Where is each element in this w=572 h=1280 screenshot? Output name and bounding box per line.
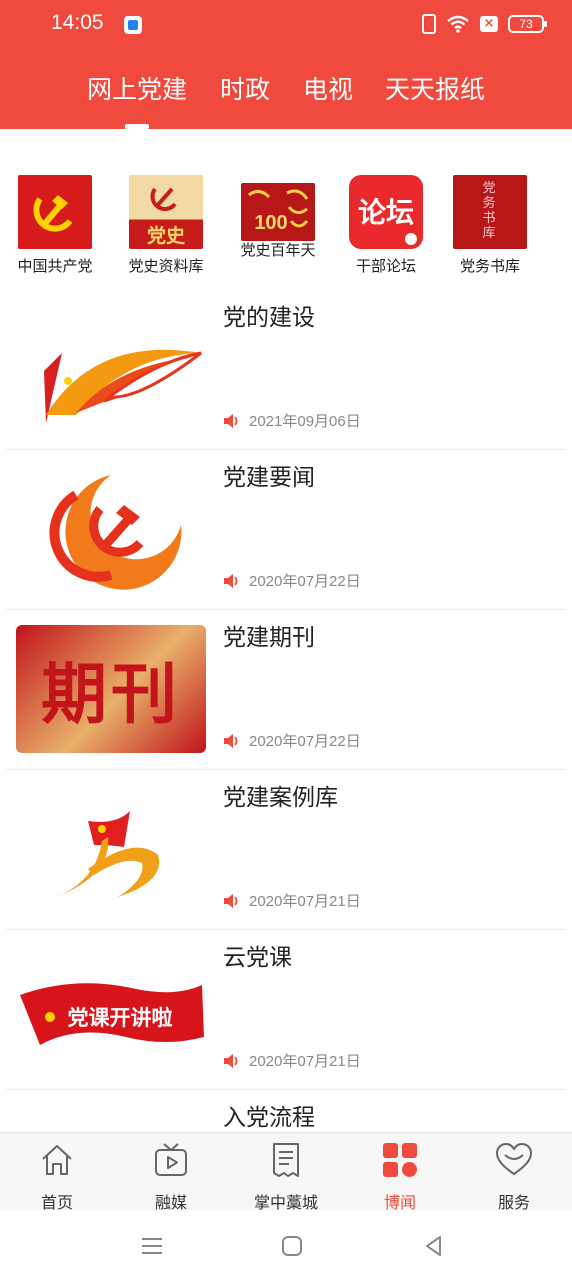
active-tab-indicator bbox=[125, 124, 149, 129]
status-icons: × 73 bbox=[422, 14, 547, 34]
article-title: 党建期刊 bbox=[223, 625, 315, 651]
tab-daily-newspaper[interactable]: 天天报纸 bbox=[385, 70, 485, 110]
centenary-icon: 100 bbox=[241, 183, 315, 241]
article-title: 党建要闻 bbox=[223, 465, 315, 491]
status-time: 14:05 bbox=[51, 11, 104, 34]
article-title: 云党课 bbox=[223, 945, 292, 971]
quick-link-label: 党史百年天 bbox=[240, 241, 316, 259]
quick-link-cadre-forum[interactable]: 论坛 干部论坛 bbox=[336, 175, 436, 276]
centenary-art-text: 100 bbox=[254, 212, 287, 234]
nav-media[interactable]: 融媒 bbox=[121, 1141, 221, 1213]
quick-link-label: 党史资料库 bbox=[128, 257, 204, 275]
quick-link-centenary[interactable]: 100 党史百年天 bbox=[228, 175, 328, 260]
book-library-art-text: 党务书库 bbox=[482, 181, 496, 241]
home-circle-icon[interactable] bbox=[278, 1232, 306, 1260]
article-title: 入党流程 bbox=[223, 1105, 315, 1131]
periodical-thumbnail: 期刊 bbox=[16, 625, 206, 753]
document-icon bbox=[273, 1143, 299, 1177]
wifi-icon bbox=[447, 15, 469, 33]
list-item[interactable]: 党建案例库 2020年07月21日 bbox=[6, 770, 566, 930]
article-meta: 2020年07月21日 bbox=[223, 890, 361, 911]
speaker-icon bbox=[224, 573, 238, 588]
article-date: 2020年07月22日 bbox=[249, 573, 361, 590]
tab-tv[interactable]: 电视 bbox=[303, 70, 353, 110]
article-date: 2020年07月22日 bbox=[249, 733, 361, 750]
quick-link-label: 干部论坛 bbox=[355, 257, 416, 275]
tab-online-party-building[interactable]: 网上党建 bbox=[87, 70, 187, 110]
heart-icon bbox=[495, 1142, 533, 1176]
article-meta: 2020年07月22日 bbox=[223, 730, 361, 751]
case-library-thumbnail bbox=[16, 785, 206, 913]
party-news-thumbnail bbox=[16, 465, 206, 593]
tv-icon bbox=[155, 1143, 187, 1176]
list-item[interactable]: 党的建设 2021年09月06日 bbox=[6, 290, 566, 450]
menu-icon[interactable] bbox=[138, 1232, 166, 1260]
quick-links: 中国共产党 党史 党史资料库 100 党史百年天 论坛 干部论坛 党务书库 党务… bbox=[0, 175, 572, 275]
article-title: 党的建设 bbox=[223, 305, 315, 331]
system-navigation-bar bbox=[0, 1210, 572, 1280]
cloud-lesson-art-text: 党课开讲啦 bbox=[68, 1006, 173, 1030]
speaker-icon bbox=[224, 1053, 238, 1068]
nav-bowen[interactable]: 博闻 bbox=[350, 1141, 450, 1213]
list-item[interactable]: 党建要闻 2020年07月22日 bbox=[6, 450, 566, 610]
party-building-thumbnail bbox=[16, 305, 206, 433]
article-meta: 2020年07月21日 bbox=[223, 1050, 361, 1071]
notification-app-icon bbox=[124, 16, 142, 34]
vibrate-icon bbox=[422, 14, 436, 34]
speaker-icon bbox=[224, 733, 238, 748]
nav-gaocheng[interactable]: 掌中藁城 bbox=[236, 1141, 336, 1213]
article-meta: 2020年07月22日 bbox=[223, 570, 361, 591]
tab-politics[interactable]: 时政 bbox=[220, 70, 270, 110]
forum-art-text: 论坛 bbox=[358, 196, 414, 229]
no-sim-icon: × bbox=[480, 16, 498, 32]
article-date: 2020年07月21日 bbox=[249, 893, 361, 910]
book-library-icon: 党务书库 bbox=[453, 175, 527, 249]
bottom-navigation: 首页 融媒 掌中藁城 博闻 服务 bbox=[0, 1132, 572, 1213]
top-tab-bar: 网上党建 时政 电视 天天报纸 bbox=[0, 70, 572, 114]
speaker-icon bbox=[224, 413, 238, 428]
quick-link-label: 中国共产党 bbox=[17, 257, 93, 275]
article-date: 2020年07月21日 bbox=[249, 1053, 361, 1070]
quick-link-label: 党务书库 bbox=[459, 257, 520, 275]
battery-icon: 73 bbox=[508, 15, 547, 33]
article-title: 党建案例库 bbox=[223, 785, 338, 811]
list-item[interactable]: 党课开讲啦 云党课 2020年07月21日 bbox=[6, 930, 566, 1090]
forum-icon: 论坛 bbox=[349, 175, 423, 249]
party-history-icon: 党史 bbox=[129, 175, 203, 249]
quick-link-party-affairs-library[interactable]: 党务书库 党务书库 bbox=[440, 175, 540, 276]
nav-home[interactable]: 首页 bbox=[7, 1141, 107, 1213]
grid-icon bbox=[383, 1143, 417, 1177]
speaker-icon bbox=[224, 893, 238, 908]
quick-link-party-history[interactable]: 党史 党史资料库 bbox=[116, 175, 216, 276]
back-icon[interactable] bbox=[420, 1232, 448, 1260]
status-bar: 14:05 × 73 bbox=[0, 0, 572, 52]
article-meta: 2021年09月06日 bbox=[223, 410, 361, 431]
list-item[interactable]: 期刊 党建期刊 2020年07月22日 bbox=[6, 610, 566, 770]
party-history-art-text: 党史 bbox=[147, 224, 186, 247]
article-date: 2021年09月06日 bbox=[249, 413, 361, 430]
cloud-lesson-thumbnail: 党课开讲啦 bbox=[16, 945, 206, 1073]
app-header: 14:05 × 73 网上党建 时政 电视 天天报纸 bbox=[0, 0, 572, 129]
periodical-art-text: 期刊 bbox=[41, 655, 181, 733]
quick-link-communist-party[interactable]: 中国共产党 bbox=[5, 175, 105, 276]
nav-service[interactable]: 服务 bbox=[464, 1141, 564, 1213]
party-flag-icon bbox=[18, 175, 92, 249]
home-icon bbox=[42, 1145, 72, 1175]
